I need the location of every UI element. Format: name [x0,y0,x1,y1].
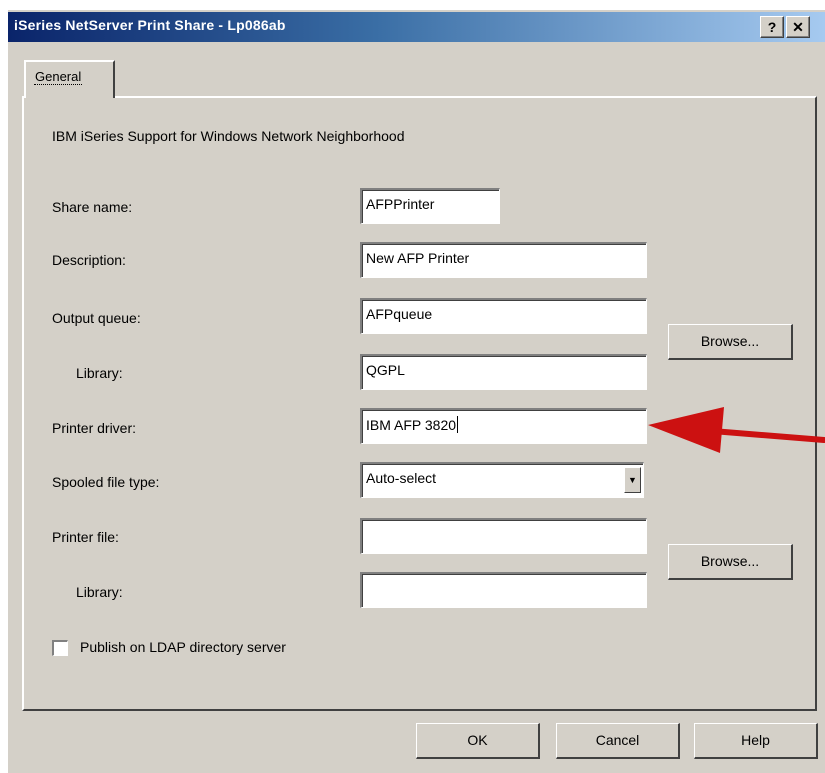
spooled-file-type-value: Auto-select [366,470,437,486]
printer-file-label: Printer file: [52,529,119,545]
printer-file-input[interactable] [360,518,647,554]
title-bar[interactable]: iSeries NetServer Print Share - Lp086ab … [8,12,825,42]
share-name-label: Share name: [52,199,133,215]
ok-button[interactable]: OK [416,723,540,759]
help-button[interactable]: Help [694,723,818,759]
tab-general[interactable]: General [24,60,115,98]
description-input[interactable]: New AFP Printer [360,242,647,278]
spooled-file-type-label: Spooled file type: [52,474,160,490]
share-name-input[interactable]: AFPPrinter [360,188,500,224]
output-queue-input[interactable]: AFPqueue [360,298,647,334]
red-arrow-icon [648,407,825,453]
help-title-button[interactable]: ? [760,16,784,38]
chevron-down-icon[interactable]: ▼ [624,467,641,493]
output-queue-label: Output queue: [52,310,141,326]
printer-file-library-label: Library: [76,584,123,600]
cancel-button[interactable]: Cancel [556,723,680,759]
printer-driver-value: IBM AFP 3820 [366,417,457,433]
ldap-checkbox[interactable] [52,640,68,656]
printer-file-library-input[interactable] [360,572,647,608]
spooled-file-type-select[interactable]: Auto-select ▼ [360,462,644,498]
ldap-checkbox-label[interactable]: Publish on LDAP directory server [80,639,286,655]
close-button[interactable]: ✕ [786,16,810,38]
window-title: iSeries NetServer Print Share - Lp086ab [14,17,286,33]
printer-driver-input[interactable]: IBM AFP 3820 [360,408,647,444]
output-queue-browse-button[interactable]: Browse... [668,324,793,360]
printer-file-browse-button[interactable]: Browse... [668,544,793,580]
tab-general-label: General [34,69,83,85]
text-cursor [457,416,459,433]
description-label: Description: [52,252,126,268]
printer-driver-label: Printer driver: [52,420,137,436]
output-queue-library-input[interactable]: QGPL [360,354,647,390]
header-text: IBM iSeries Support for Windows Network … [52,128,405,144]
output-queue-library-label: Library: [76,365,123,381]
